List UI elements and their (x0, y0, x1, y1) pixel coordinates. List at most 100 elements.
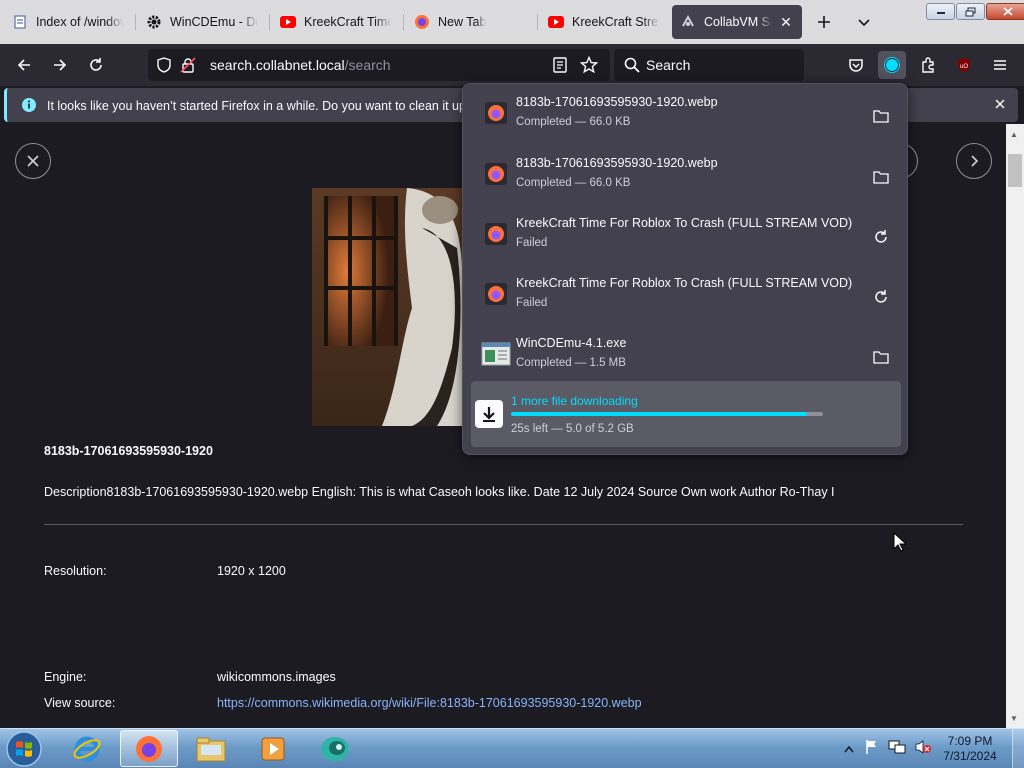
download-item[interactable]: KreekCraft Time For Roblox To Crash (FUL… (471, 265, 901, 325)
mouse-cursor (893, 531, 908, 557)
clock-date: 7/31/2024 (943, 749, 997, 763)
show-hidden-icons-icon[interactable] (844, 740, 854, 758)
tab-new-tab[interactable]: New Tab (406, 6, 534, 38)
download-filename: 8183b-17061693595930-1920.webp (516, 95, 718, 109)
firefox-icon (414, 14, 430, 30)
restore-window-button[interactable] (956, 3, 985, 20)
volume-muted-icon[interactable] (914, 739, 932, 760)
network-icon[interactable] (888, 739, 906, 760)
divider (44, 524, 963, 525)
back-button[interactable] (10, 51, 38, 79)
puzzle-icon (922, 57, 934, 73)
download-progress-bar (511, 412, 823, 416)
download-item[interactable]: 8183b-17061693595930-1920.webp Completed… (471, 84, 901, 144)
gear-icon (146, 14, 162, 30)
url-text[interactable]: search.collabnet.local/search (210, 57, 391, 73)
teal-app-icon (321, 736, 349, 761)
tab-collabvm-search[interactable]: CollabVM Sea ✕ (672, 5, 802, 39)
tab-kreekcraft-stream[interactable]: KreekCraft Strea (540, 6, 668, 38)
downloads-summary[interactable]: 1 more file downloading 25s left — 5.0 o… (471, 381, 901, 447)
tab-label: New Tab (438, 15, 487, 29)
bookmark-star-icon[interactable] (579, 55, 599, 79)
tab-separator (537, 14, 538, 30)
firefox-file-icon (481, 279, 511, 309)
search-icon (624, 57, 640, 78)
show-desktop-button[interactable] (1012, 729, 1024, 768)
start-button[interactable] (1, 730, 47, 768)
next-image-button[interactable] (956, 143, 992, 179)
downloads-button[interactable] (878, 51, 906, 79)
search-bar[interactable]: Search (614, 49, 804, 81)
engine-value: wikicommons.images (217, 670, 336, 684)
download-item[interactable]: WinCDEmu-4.1.exe Completed — 1.5 MB (471, 325, 901, 385)
tab-index-of-windows[interactable]: Index of /window (4, 6, 132, 38)
tab-label: KreekCraft Strea (572, 15, 660, 29)
forward-button[interactable] (46, 51, 74, 79)
folder-icon[interactable] (869, 345, 893, 369)
scroll-up-icon[interactable]: ▲ (1010, 130, 1018, 139)
retry-icon[interactable] (869, 225, 893, 249)
taskbar-file-explorer[interactable] (182, 730, 240, 767)
close-window-button[interactable] (986, 3, 1024, 20)
download-status: Completed — 66.0 KB (516, 116, 631, 128)
url-bar[interactable]: search.collabnet.local/search (148, 49, 610, 81)
new-tab-button[interactable] (810, 8, 838, 36)
view-source-link[interactable]: https://commons.wikimedia.org/wiki/File:… (217, 696, 642, 710)
insecure-lock-icon[interactable] (180, 57, 196, 78)
search-placeholder: Search (646, 57, 691, 73)
scrollbar-thumb[interactable] (1008, 154, 1022, 187)
chevron-right-icon (971, 155, 979, 167)
close-viewer-button[interactable] (15, 143, 51, 179)
folder-icon (196, 737, 226, 761)
download-summary-status: 25s left — 5.0 of 5.2 GB (511, 423, 634, 435)
pocket-button[interactable] (842, 51, 870, 79)
ublock-button[interactable]: uO (950, 51, 978, 79)
window-controls (925, 3, 1024, 21)
page-scrollbar[interactable]: ▲ ▼ (1006, 124, 1024, 728)
url-host: search.collabnet.local (210, 57, 345, 73)
close-tab-icon[interactable]: ✕ (778, 14, 794, 30)
tab-kreekcraft-time[interactable]: KreekCraft Time (272, 6, 400, 38)
youtube-icon (548, 14, 564, 30)
reload-button[interactable] (82, 51, 110, 79)
downloads-panel: 8183b-17061693595930-1920.webp Completed… (462, 83, 908, 455)
info-icon (21, 97, 37, 118)
app-menu-button[interactable] (986, 51, 1014, 79)
shield-icon[interactable] (156, 57, 172, 78)
folder-icon[interactable] (869, 165, 893, 189)
download-item[interactable]: KreekCraft Time For Roblox To Crash (FUL… (471, 205, 901, 265)
close-icon (27, 155, 39, 167)
tab-label: WinCDEmu - Do (170, 15, 258, 29)
download-progress-fill (511, 412, 808, 416)
extensions-button[interactable] (914, 51, 942, 79)
list-all-tabs-button[interactable] (850, 8, 878, 36)
system-clock[interactable]: 7:09 PM 7/31/2024 (940, 734, 1000, 764)
tab-wincdemu[interactable]: WinCDEmu - Do (138, 6, 266, 38)
taskbar-media-player[interactable] (244, 730, 302, 767)
taskbar-internet-explorer[interactable] (58, 730, 116, 767)
tab-separator (403, 14, 404, 30)
navigation-toolbar: search.collabnet.local/search Search uO (0, 44, 1024, 86)
preview-image[interactable] (312, 188, 464, 426)
forward-arrow-icon (54, 59, 67, 71)
download-item[interactable]: 8183b-17061693595930-1920.webp Completed… (471, 145, 901, 205)
folder-icon[interactable] (869, 104, 893, 128)
more-downloads-link[interactable]: 1 more file downloading (511, 394, 638, 408)
youtube-icon (280, 14, 296, 30)
download-status: Completed — 1.5 MB (516, 357, 626, 369)
download-status: Completed — 66.0 KB (516, 177, 631, 189)
reader-view-icon[interactable] (552, 57, 568, 78)
action-center-flag-icon[interactable] (864, 739, 880, 760)
close-notification-icon[interactable] (993, 97, 1007, 116)
download-filename: WinCDEmu-4.1.exe (516, 336, 627, 350)
download-filename: KreekCraft Time For Roblox To Crash (FUL… (516, 276, 856, 290)
doc-icon (12, 14, 28, 30)
ublock-icon: uO (958, 58, 970, 72)
firefox-file-icon (481, 159, 511, 189)
clock-time: 7:09 PM (947, 734, 993, 748)
taskbar-firefox[interactable] (120, 730, 178, 767)
taskbar-app[interactable] (306, 730, 364, 767)
minimize-window-button[interactable] (926, 3, 955, 20)
retry-icon[interactable] (869, 285, 893, 309)
scroll-down-icon[interactable]: ▼ (1010, 714, 1018, 723)
